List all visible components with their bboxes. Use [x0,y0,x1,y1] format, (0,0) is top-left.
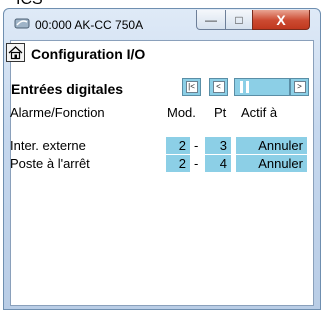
minimize-button[interactable]: — [196,10,226,30]
title-bar[interactable]: 00:000 AK-CC 750A — □ X [4,9,320,41]
maximize-icon: □ [235,12,243,27]
column-header-point: Pt [214,105,227,120]
next-page-button[interactable]: > [290,78,309,96]
home-icon [8,46,23,60]
window-title: 00:000 AK-CC 750A [35,18,144,32]
column-header-active: Actif à [241,105,278,120]
column-header-module: Mod. [167,105,196,120]
point-cell[interactable]: 4 [205,155,231,172]
column-header-function: Alarme/Fonction [10,105,105,120]
position-marker [240,81,243,93]
minimize-icon: — [205,12,217,27]
section-title: Entrées digitales [11,81,124,97]
separator: - [194,138,199,153]
separator: - [194,156,199,171]
active-cell[interactable]: Annuler [236,155,307,172]
previous-page-button[interactable]: < [209,78,228,96]
first-page-icon: |< [185,81,198,93]
close-button[interactable]: X [252,10,310,30]
point-cell[interactable]: 3 [205,137,231,154]
active-cell[interactable]: Annuler [236,137,307,154]
module-cell[interactable]: 2 [166,155,190,172]
row-label: Inter. externe [10,138,86,153]
module-cell[interactable]: 2 [166,137,190,154]
app-icon [14,18,30,29]
maximize-button[interactable]: □ [225,10,253,30]
page-position-indicator [234,78,290,96]
page-title: Configuration I/O [31,46,146,62]
close-icon: X [276,11,286,28]
home-button[interactable] [6,43,25,62]
previous-icon: < [212,81,225,93]
next-icon: > [293,81,306,93]
position-marker [246,81,249,93]
first-page-button[interactable]: |< [182,78,201,96]
row-label: Poste à l'arrêt [10,156,90,171]
